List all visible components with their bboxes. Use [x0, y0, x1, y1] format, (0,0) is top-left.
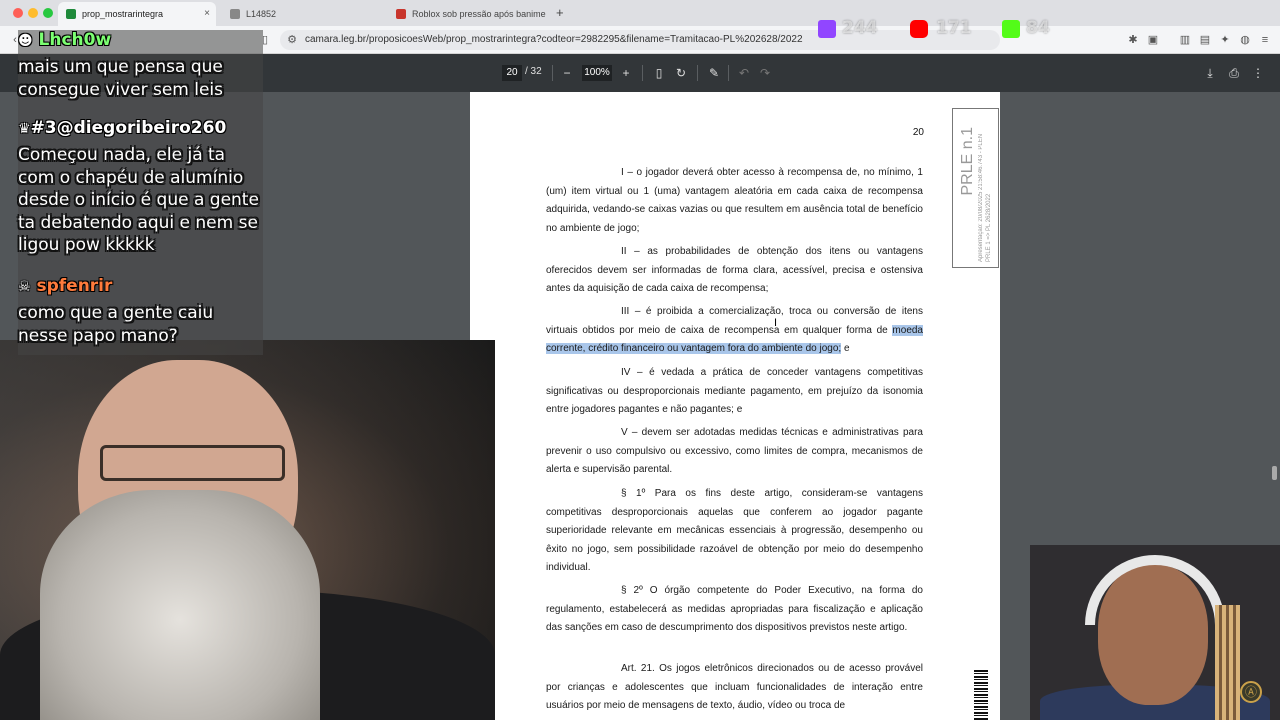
youtube-icon: [910, 20, 928, 38]
paragraph-section-1: § 1º Para os fins deste artigo, consider…: [546, 488, 923, 573]
menu-icon[interactable]: ≡: [1258, 33, 1272, 47]
twitch-icon: [818, 20, 836, 38]
document-favicon-icon: [66, 9, 76, 19]
headphones: [1085, 555, 1225, 625]
url-bar[interactable]: ⚙ camara.leg.br/proposicoesWeb/prop_most…: [280, 30, 1000, 50]
tab-prop-mostrarintegra[interactable]: prop_mostrarintegra ×: [58, 2, 216, 26]
chat-message: ♛#3@diegoribeiro260 Começou nada, ele já…: [18, 118, 263, 257]
rotate-icon[interactable]: ↻: [673, 66, 689, 80]
vpn-icon[interactable]: ◍: [1238, 33, 1252, 47]
page-favicon-icon: [230, 9, 240, 19]
twitch-viewer-count: 244: [842, 18, 878, 38]
url-text: camara.leg.br/proposicoesWeb/prop_mostra…: [305, 34, 803, 45]
zoom-out-button[interactable]: −: [559, 66, 575, 80]
page-number-label: 20: [912, 127, 924, 138]
tab-title: L14852: [246, 9, 277, 19]
protocol-stamp: PRLE n.1 Apresentação: 20/08/2025 21:58:…: [952, 108, 999, 268]
print-icon[interactable]: ⎙: [1226, 66, 1242, 80]
chat-message: ☠ spfenrir como que a gente caiu nesse p…: [18, 276, 263, 347]
paragraph-item-i: I – o jogador deverá obter acesso à reco…: [546, 167, 923, 234]
paragraph-item-v: V – devem ser adotadas medidas técnicas …: [546, 427, 923, 475]
tab-title: prop_mostrarintegra: [82, 9, 164, 19]
ai-assistant-icon[interactable]: ✦: [1218, 33, 1232, 47]
download-icon[interactable]: ⤓: [1202, 66, 1218, 80]
avatar-icon: ☻: [18, 33, 33, 49]
chat-username: ☻ Lhch0w: [18, 30, 263, 50]
scrollbar-thumb[interactable]: [1272, 466, 1277, 480]
window-maximize-button[interactable]: [43, 8, 53, 18]
dreadlocks: [1215, 605, 1240, 720]
wallet-icon[interactable]: ▤: [1198, 33, 1212, 47]
pdf-page: 20 PRLE n.1 Apresentação: 20/08/2025 21:…: [470, 92, 1000, 720]
chat-username: ♛#3@diegoribeiro260: [18, 118, 263, 138]
divider: [728, 65, 729, 81]
tab-roblox-news[interactable]: Roblox sob pressão após banime: [388, 2, 552, 26]
divider: [642, 65, 643, 81]
stream-chat: ☻ Lhch0w mais um que pensa que consegue …: [18, 30, 278, 360]
tab-close-icon[interactable]: ×: [204, 8, 210, 19]
username-text: spfenrir: [36, 276, 113, 296]
page-number-input[interactable]: 20: [502, 65, 522, 81]
text-cursor-icon: I: [774, 317, 778, 329]
annotate-icon[interactable]: ✎: [706, 66, 722, 80]
chat-message-text: como que a gente caiu nesse papo mano?: [18, 303, 214, 346]
barcode: [974, 670, 988, 720]
browser-tab-bar: prop_mostrarintegra × L14852 Roblox sob …: [0, 0, 1280, 26]
chat-message: ☻ Lhch0w mais um que pensa que consegue …: [18, 30, 263, 101]
zoom-in-button[interactable]: +: [618, 66, 634, 80]
glasses: [100, 445, 285, 481]
new-tab-button[interactable]: +: [552, 2, 576, 26]
person-beard: [40, 490, 320, 720]
zoom-level-input[interactable]: 100%: [582, 65, 612, 81]
paragraph-item-iii: III – é proibida a comercialização, troc…: [546, 303, 923, 359]
extensions-icon[interactable]: ✱: [1126, 33, 1140, 47]
divider: [552, 65, 553, 81]
window-minimize-button[interactable]: [28, 8, 38, 18]
stamp-detail-text: Apresentação: 20/08/2025 21:58:46.743 - …: [978, 133, 992, 262]
undo-icon[interactable]: ↶: [736, 66, 752, 80]
paragraph-item-ii: II – as probabilidades de obtenção dos i…: [546, 246, 923, 294]
screenshot-icon[interactable]: ▣: [1146, 33, 1160, 47]
skull-icon: ☠: [18, 279, 31, 295]
news-favicon-icon: [396, 9, 406, 19]
kick-icon: [1002, 20, 1020, 38]
sidebar-icon[interactable]: ▥: [1178, 33, 1192, 47]
chat-username: ☠ spfenrir: [18, 276, 263, 296]
site-info-icon[interactable]: ⚙: [285, 33, 299, 47]
window-close-button[interactable]: [13, 8, 23, 18]
webcam-left: [0, 340, 495, 720]
paragraph-section-2: § 2º O órgão competente do Poder Executi…: [546, 585, 923, 633]
channel-badge-icon: Ⓐ: [1240, 681, 1262, 703]
chat-message-text: mais um que pensa que consegue viver sem…: [18, 57, 224, 100]
paragraph-text: III – é proibida a comercialização, troc…: [546, 306, 923, 336]
paragraph-text: e: [841, 343, 850, 354]
paragraph-item-iv: IV – é vedada a prática de conceder vant…: [546, 367, 923, 415]
stamp-main-text: PRLE n.1: [959, 127, 976, 196]
webcam-right: Ⓐ: [1030, 545, 1280, 720]
chat-message-text: Começou nada, ele já ta com o chapéu de …: [18, 145, 259, 255]
fit-page-icon[interactable]: ▯: [651, 66, 667, 80]
page-total: / 32: [525, 66, 542, 77]
redo-icon[interactable]: ↷: [757, 66, 773, 80]
tab-l14852[interactable]: L14852: [222, 2, 382, 26]
divider: [697, 65, 698, 81]
paragraph-article-21: Art. 21. Os jogos eletrônicos direcionad…: [546, 663, 923, 711]
username-text: Lhch0w: [38, 30, 112, 50]
more-options-icon[interactable]: ⋮: [1250, 66, 1266, 80]
kick-viewer-count: 84: [1026, 18, 1050, 38]
username-text: #3@diegoribeiro260: [30, 118, 227, 138]
youtube-viewer-count: 171: [936, 18, 972, 38]
tab-title: Roblox sob pressão após banime: [412, 9, 546, 19]
crown-icon: ♛: [18, 121, 31, 137]
